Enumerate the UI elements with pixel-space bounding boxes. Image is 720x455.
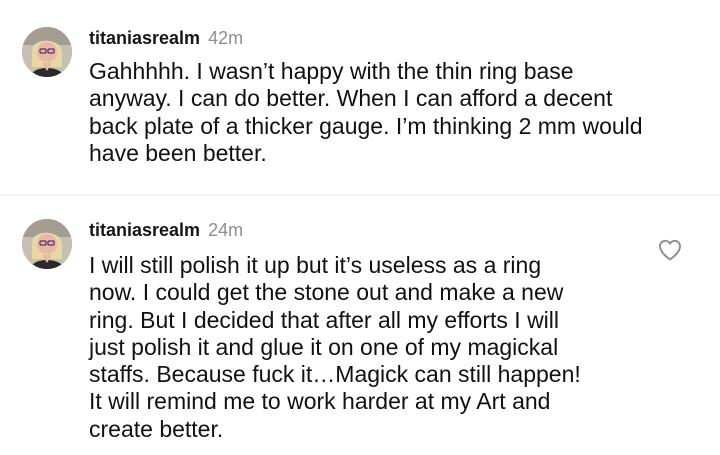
comment-username[interactable]: titaniasrealm: [89, 28, 200, 48]
avatar[interactable]: [22, 27, 72, 77]
comment-timestamp: 24m: [208, 220, 244, 240]
user-avatar-icon: [22, 27, 72, 77]
comment-text: I will still polish it up but it’s usele…: [89, 252, 581, 442]
comment-meta: titaniasrealm 24m: [89, 219, 243, 241]
comment-username[interactable]: titaniasrealm: [89, 220, 200, 240]
avatar[interactable]: [22, 219, 72, 269]
comment-meta: titaniasrealm 42m: [89, 27, 243, 49]
comment-text: Gahhhhh. I wasn’t happy with the thin ri…: [89, 58, 643, 166]
comment-item: titaniasrealm 24m I will still polish it…: [0, 196, 720, 455]
user-avatar-icon: [22, 219, 72, 269]
comment-item: titaniasrealm 42m Gahhhhh. I wasn’t happ…: [0, 0, 720, 194]
comment-timestamp: 42m: [208, 28, 244, 48]
